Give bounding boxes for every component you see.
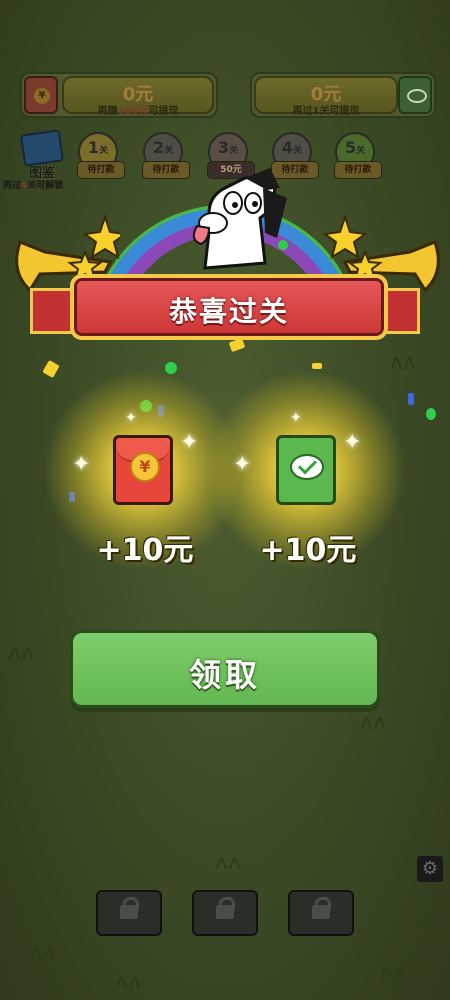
- cash-hint: 再过1关可提现: [292, 106, 360, 117]
- confetti: [408, 393, 414, 405]
- confetti: [312, 363, 322, 369]
- cash-balance-right[interactable]: 0元 再过1关可提现: [250, 72, 436, 118]
- cash-pill: 0元 再过1关可提现: [254, 76, 398, 117]
- level-tag: 待打款: [334, 161, 382, 179]
- level-number: 4关: [281, 138, 303, 157]
- sparkle-icon: ✦: [233, 452, 252, 477]
- grass-decoration: ᴧᴧ: [390, 350, 417, 375]
- level-node-1[interactable]: 1关 待打款: [77, 132, 125, 179]
- cash-pill: 0元 再赚100元可提现: [62, 76, 214, 117]
- sparkle-icon: ✦: [290, 410, 302, 426]
- gear-icon[interactable]: ⚙: [417, 856, 443, 882]
- level-node-2[interactable]: 2关 待打款: [142, 132, 190, 179]
- sparkle-icon: ✦: [72, 452, 91, 477]
- level-complete-banner: 恭喜过关: [30, 268, 420, 346]
- grass-decoration: ᴧᴧ: [8, 640, 35, 665]
- red-envelope-reward: ¥: [113, 435, 173, 505]
- level-number: 2关: [152, 138, 174, 157]
- claim-button[interactable]: 领取: [70, 630, 380, 708]
- reward-amount-wechat: +10元: [259, 533, 357, 568]
- book-icon: [19, 129, 65, 167]
- confetti: [278, 240, 288, 250]
- grass-decoration: ᴧᴧ: [30, 940, 57, 965]
- level-node-4[interactable]: 4关 待打款: [271, 132, 319, 179]
- grass-decoration: ᴧᴧ: [215, 850, 242, 875]
- yuan-coin-icon: ¥: [130, 452, 160, 482]
- cash-hint: 再赚100元可提现: [97, 106, 179, 117]
- atlas-button[interactable]: 图鉴: [19, 129, 65, 181]
- level-number: 1关: [87, 138, 109, 157]
- banner-title: 恭喜过关: [168, 295, 289, 328]
- banner-plate: 恭喜过关: [70, 274, 388, 340]
- atlas-hint: 再过4关可解锁: [3, 181, 64, 191]
- sparkle-icon: ✦: [343, 430, 362, 455]
- horse-mascot: [192, 168, 287, 270]
- sparkle-icon: ✦: [180, 430, 199, 455]
- wechat-envelope-reward: [276, 435, 336, 505]
- locked-slot-3[interactable]: [288, 890, 354, 936]
- level-number: 3关: [217, 138, 239, 157]
- red-envelope-icon: ¥: [24, 76, 58, 114]
- confetti: [426, 408, 436, 420]
- cash-balance-left[interactable]: ¥ 0元 再赚100元可提现: [20, 72, 218, 118]
- grass-decoration: ᴧᴧ: [115, 970, 142, 995]
- level-node-3[interactable]: 3关 50元: [207, 132, 255, 179]
- level-number: 5关: [344, 138, 366, 157]
- level-tag: 待打款: [77, 161, 125, 179]
- grass-decoration: ᴧᴧ: [380, 960, 407, 985]
- sparkle-icon: ✦: [125, 410, 137, 426]
- wechat-icon: [398, 76, 432, 114]
- claim-button-label: 领取: [188, 656, 261, 694]
- locked-slot-1[interactable]: [96, 890, 162, 936]
- reward-amount-red: +10元: [96, 533, 194, 568]
- level-node-5[interactable]: 5关 待打款: [334, 132, 382, 179]
- locked-slot-2[interactable]: [192, 890, 258, 936]
- grass-decoration: ᴧᴧ: [360, 710, 387, 735]
